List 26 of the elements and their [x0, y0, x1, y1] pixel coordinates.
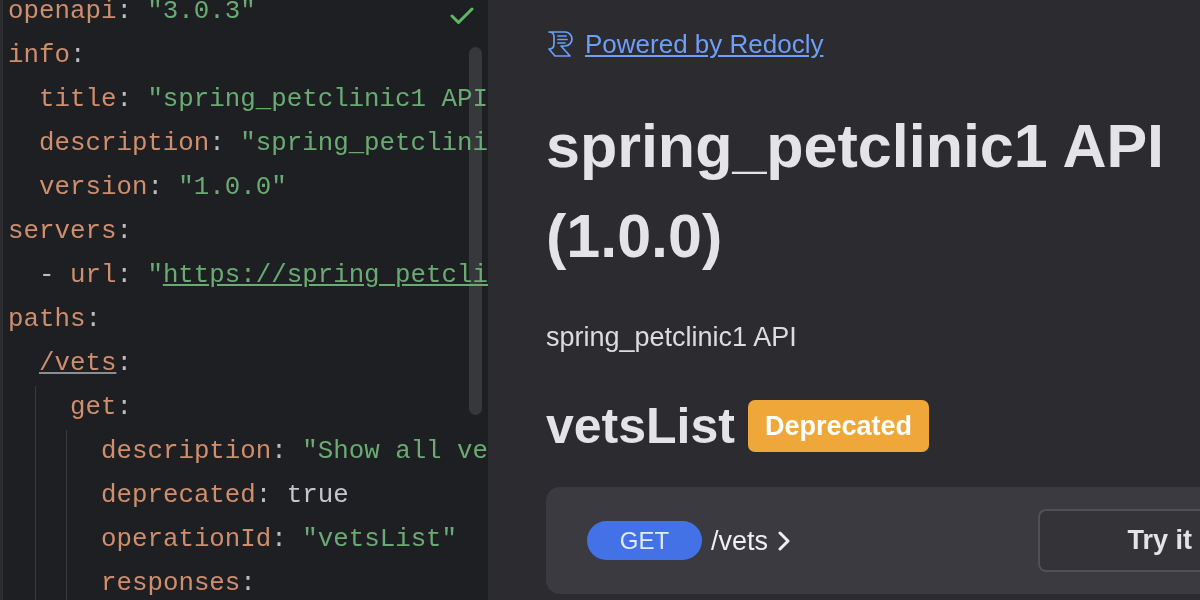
api-description: spring_petclinic1 API: [546, 321, 797, 354]
api-title: spring_petclinic1 API (1.0.0): [546, 111, 1166, 272]
code-line: openapi: "3.0.3": [8, 0, 256, 27]
code-line: responses:: [101, 569, 256, 599]
method-pill: GET: [587, 521, 702, 560]
code-line: /vets:: [39, 349, 132, 379]
code-line: get:: [70, 393, 132, 423]
code-line: version: "1.0.0": [39, 173, 287, 203]
code-line: title: "spring_petclinic1 API: [39, 85, 488, 115]
deprecated-badge: Deprecated: [747, 400, 930, 452]
endpoint-path[interactable]: /vets: [711, 522, 769, 559]
powered-by-link[interactable]: Powered by Redocly: [585, 29, 824, 59]
code-line: paths:: [8, 305, 101, 335]
code-line: servers:: [8, 217, 132, 247]
logo-icon: [546, 29, 576, 59]
code-line: - url: "https://spring_petcli: [39, 261, 488, 291]
chevron-right-icon[interactable]: [778, 530, 791, 551]
code-line: operationId: "vetsList": [101, 525, 458, 555]
operation-heading: vetsList: [546, 400, 735, 452]
try-it-button[interactable]: Try it: [1038, 509, 1200, 572]
code-line: description: "Show all ve: [101, 437, 488, 467]
code-line: info:: [8, 41, 86, 71]
code-line: deprecated: true: [101, 481, 349, 511]
code-line: description: "spring_petclini: [39, 129, 488, 159]
code-editor[interactable]: [2, 0, 488, 600]
check-icon[interactable]: [450, 7, 474, 25]
